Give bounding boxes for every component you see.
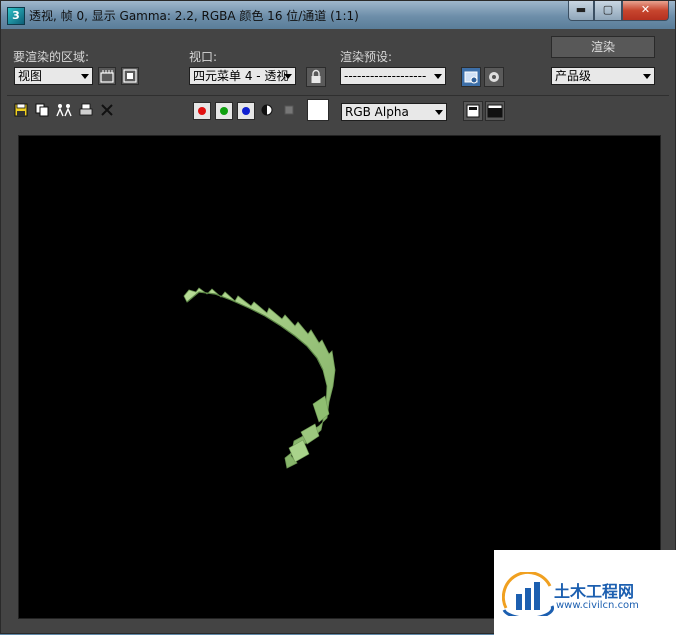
render-setup-icon xyxy=(464,71,478,84)
alpha-channel-toggle[interactable] xyxy=(259,102,277,120)
clone-window-button[interactable] xyxy=(55,102,73,120)
channel-display-value: RGB Alpha xyxy=(345,105,409,119)
toggle-ui-overlay-button[interactable] xyxy=(463,101,483,121)
chevron-down-icon xyxy=(434,74,442,79)
window-title: 透视, 帧 0, 显示 Gamma: 2.2, RGBA 颜色 16 位/通道 … xyxy=(29,9,359,23)
watermark-panel: 土木工程网 www.civilcn.com xyxy=(494,550,676,635)
render-preset-label: 渲染预设: xyxy=(340,50,393,64)
environment-effects-button[interactable] xyxy=(484,67,504,87)
app-icon: 3 xyxy=(7,7,25,25)
red-channel-toggle[interactable] xyxy=(193,102,211,120)
watermark-url: www.civilcn.com xyxy=(556,600,639,611)
minimize-button[interactable]: ▬ xyxy=(568,1,594,21)
chevron-down-icon xyxy=(284,74,292,79)
rendered-frame-window: 3 透视, 帧 0, 显示 Gamma: 2.2, RGBA 颜色 16 位/通… xyxy=(0,0,676,635)
render-output-viewport xyxy=(18,135,661,619)
printer-icon xyxy=(79,103,93,116)
title-bar: 3 透视, 帧 0, 显示 Gamma: 2.2, RGBA 颜色 16 位/通… xyxy=(1,1,675,29)
blue-dot-icon xyxy=(242,107,250,115)
display-icon xyxy=(487,104,503,118)
toolbar-divider xyxy=(7,95,669,96)
lock-icon xyxy=(311,69,321,83)
save-image-button[interactable] xyxy=(13,102,31,120)
half-circle-icon xyxy=(261,104,273,116)
monochrome-icon xyxy=(284,105,294,115)
edit-region-icon xyxy=(100,70,114,83)
clear-image-button[interactable] xyxy=(99,102,117,120)
rendered-stair-model xyxy=(183,287,336,469)
edit-region-button[interactable] xyxy=(98,67,116,85)
print-image-button[interactable] xyxy=(78,102,96,120)
toggle-ui-button[interactable] xyxy=(485,101,505,121)
clear-x-icon xyxy=(101,104,113,116)
region-select-icon xyxy=(123,69,137,83)
green-dot-icon xyxy=(220,107,228,115)
auto-region-button[interactable] xyxy=(121,67,139,85)
blue-channel-toggle[interactable] xyxy=(237,102,255,120)
viewport-dropdown[interactable]: 四元菜单 4 - 透视 xyxy=(189,67,296,85)
watermark-title: 土木工程网 xyxy=(554,582,635,601)
close-button[interactable]: ✕ xyxy=(622,1,669,21)
chevron-down-icon xyxy=(81,74,89,79)
render-preset-value: ------------------- xyxy=(344,69,427,83)
copy-image-button[interactable] xyxy=(34,102,52,120)
area-to-render-value: 视图 xyxy=(18,69,43,83)
copy-icon xyxy=(35,103,49,117)
clone-icon xyxy=(56,104,72,117)
chevron-down-icon xyxy=(643,74,651,79)
save-icon xyxy=(14,103,28,117)
ui-overlay-icon xyxy=(466,104,480,118)
green-channel-toggle[interactable] xyxy=(215,102,233,120)
monochrome-toggle[interactable] xyxy=(281,102,299,120)
red-dot-icon xyxy=(198,107,206,115)
viewport-value: 四元菜单 4 - 透视 xyxy=(193,69,289,83)
lock-viewport-button[interactable] xyxy=(306,67,326,87)
area-to-render-label: 要渲染的区域: xyxy=(13,50,90,64)
viewport-label: 视口: xyxy=(189,50,218,64)
quality-value: 产品级 xyxy=(555,69,592,83)
render-preset-dropdown[interactable]: ------------------- xyxy=(340,67,446,85)
area-to-render-dropdown[interactable]: 视图 xyxy=(14,67,93,85)
channel-display-dropdown[interactable]: RGB Alpha xyxy=(341,103,447,121)
teapot-icon xyxy=(489,72,499,82)
maximize-button[interactable]: ▢ xyxy=(594,1,622,21)
quality-dropdown[interactable]: 产品级 xyxy=(551,67,655,85)
background-color-swatch[interactable] xyxy=(307,99,329,121)
render-button[interactable]: 渲染 xyxy=(551,36,655,58)
civilcn-logo-icon xyxy=(502,572,554,616)
chevron-down-icon xyxy=(435,110,443,115)
render-setup-button[interactable] xyxy=(461,67,481,87)
